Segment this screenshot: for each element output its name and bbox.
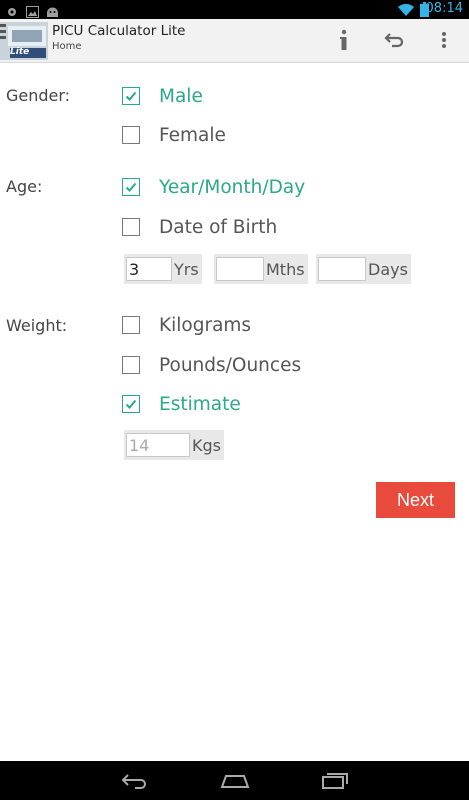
age-option-ymd[interactable]: Year/Month/Day	[122, 174, 305, 200]
years-input[interactable]	[126, 257, 172, 281]
recents-button[interactable]	[310, 767, 360, 795]
weight-field-group: Kgs	[124, 430, 224, 460]
female-label: Female	[159, 124, 226, 146]
status-time: 08:14	[425, 1, 463, 16]
weight-option-kilograms[interactable]: Kilograms	[122, 312, 251, 338]
undo-button[interactable]	[377, 23, 411, 57]
undo-icon	[384, 33, 404, 48]
next-button[interactable]: Next	[376, 482, 455, 518]
pounds-checkbox[interactable]	[122, 356, 140, 374]
action-bar: Lite PICU Calculator Lite Home	[0, 19, 469, 63]
weight-label: Weight:	[6, 316, 68, 335]
years-unit: Yrs	[174, 259, 199, 279]
form-content: Gender: Male Female Age: Year/Month/Day …	[0, 63, 469, 761]
days-input[interactable]	[318, 257, 366, 281]
app-subtitle: Home	[52, 41, 82, 52]
check-icon	[125, 182, 137, 192]
kilograms-label: Kilograms	[159, 314, 252, 336]
days-field-group: Days	[316, 254, 411, 284]
years-field-group: Yrs	[124, 254, 202, 284]
weight-option-pounds[interactable]: Pounds/Ounces	[122, 352, 301, 378]
female-checkbox[interactable]	[122, 126, 140, 144]
gender-option-female[interactable]: Female	[122, 122, 226, 148]
recents-icon	[322, 773, 348, 789]
home-button[interactable]	[210, 767, 260, 795]
male-checkbox[interactable]	[122, 87, 140, 105]
months-field-group: Mths	[214, 254, 308, 284]
overflow-menu-button[interactable]	[427, 23, 461, 57]
dob-label: Date of Birth	[159, 216, 278, 238]
age-label: Age:	[6, 177, 43, 196]
pounds-label: Pounds/Ounces	[159, 354, 302, 376]
check-icon	[125, 91, 137, 101]
months-input[interactable]	[216, 257, 264, 281]
check-icon	[125, 399, 137, 409]
age-option-dob[interactable]: Date of Birth	[122, 214, 277, 240]
info-icon	[340, 29, 347, 50]
estimate-checkbox[interactable]	[122, 395, 140, 413]
weight-unit: Kgs	[192, 435, 221, 455]
estimate-label: Estimate	[159, 393, 241, 415]
dob-checkbox[interactable]	[122, 218, 140, 236]
back-button[interactable]	[110, 767, 160, 795]
app-icon-text: Lite	[10, 47, 30, 57]
info-button[interactable]	[327, 23, 361, 57]
kilograms-checkbox[interactable]	[122, 316, 140, 334]
gender-option-male[interactable]: Male	[122, 83, 203, 109]
status-bar: 08:14	[0, 0, 469, 19]
weight-input[interactable]	[126, 433, 190, 457]
app-icon[interactable]: Lite	[0, 22, 48, 60]
gender-label: Gender:	[6, 86, 71, 105]
weight-option-estimate[interactable]: Estimate	[122, 391, 241, 417]
overflow-menu-icon	[442, 32, 446, 48]
ymd-checkbox[interactable]	[122, 178, 140, 196]
navigation-bar	[0, 761, 469, 800]
months-unit: Mths	[266, 259, 305, 279]
days-unit: Days	[368, 259, 408, 279]
home-icon	[220, 775, 250, 788]
back-icon	[121, 774, 146, 789]
app-title: PICU Calculator Lite	[52, 23, 186, 39]
ymd-label: Year/Month/Day	[159, 176, 306, 198]
male-label: Male	[159, 85, 203, 107]
